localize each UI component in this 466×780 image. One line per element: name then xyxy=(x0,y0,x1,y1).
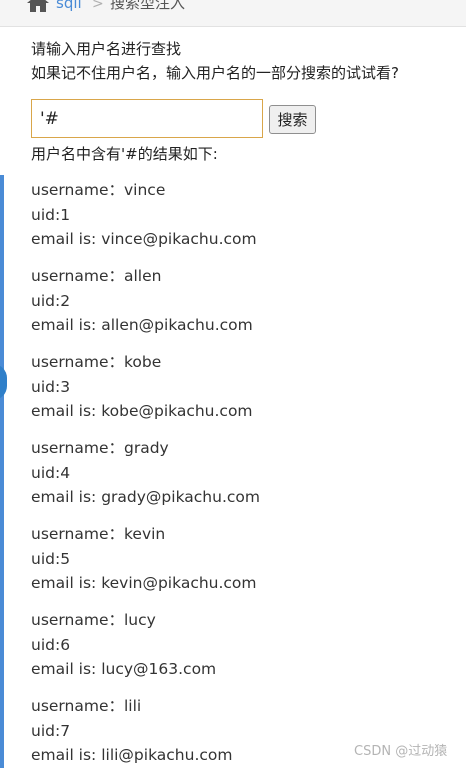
result-username: username：kevin xyxy=(31,525,166,543)
result-username: username：lucy xyxy=(31,611,156,629)
result-uid: uid:5 xyxy=(31,549,71,568)
instruction-line-2: 如果记不住用户名，输入用户名的一部分搜索的试试看? xyxy=(31,64,399,82)
result-entry: username：lili uid:7 email is: lili@pikac… xyxy=(31,694,451,780)
result-username: username：kobe xyxy=(31,353,162,371)
result-username: username：grady xyxy=(31,439,169,457)
result-heading: 用户名中含有'#的结果如下: xyxy=(31,145,218,163)
home-icon[interactable] xyxy=(27,0,49,12)
instruction-line-1: 请输入用户名进行查找 xyxy=(31,40,182,58)
result-username: username：vince xyxy=(31,181,166,199)
result-username: username：lili xyxy=(31,697,142,715)
result-uid: uid:2 xyxy=(31,291,71,310)
result-uid: uid:1 xyxy=(31,205,71,224)
breadcrumb-link-sqli[interactable]: sqli xyxy=(56,0,82,13)
result-entry: username：grady uid:4 email is: grady@pik… xyxy=(31,436,451,522)
result-entry: username：lucy uid:6 email is: lucy@163.c… xyxy=(31,608,451,694)
search-input[interactable] xyxy=(31,99,263,138)
result-entry: username：kevin uid:5 email is: kevin@pik… xyxy=(31,522,451,608)
result-email: email is: kobe@pikachu.com xyxy=(31,402,253,420)
result-uid: uid:3 xyxy=(31,377,71,396)
breadcrumb-separator: > xyxy=(92,0,104,12)
sidebar-collapse-toggle[interactable] xyxy=(0,364,7,400)
result-email: email is: kevin@pikachu.com xyxy=(31,574,257,592)
result-email: email is: vince@pikachu.com xyxy=(31,230,257,248)
sidebar-edge xyxy=(0,175,4,768)
result-entry: username：vince uid:1 email is: vince@pik… xyxy=(31,178,451,264)
result-email: email is: lucy@163.com xyxy=(31,660,217,678)
result-uid: uid:4 xyxy=(31,463,71,482)
result-entry: username：allen uid:2 email is: allen@pik… xyxy=(31,264,451,350)
result-username: username：allen xyxy=(31,267,162,285)
result-entry: username：kobe uid:3 email is: kobe@pikac… xyxy=(31,350,451,436)
result-uid: uid:6 xyxy=(31,635,71,654)
result-email: email is: grady@pikachu.com xyxy=(31,488,260,506)
result-email: email is: allen@pikachu.com xyxy=(31,316,253,334)
breadcrumb-current: 搜索型注入 xyxy=(110,0,186,12)
watermark: CSDN @过动猿 xyxy=(354,744,448,759)
breadcrumb: sqli > 搜索型注入 xyxy=(0,0,466,27)
results-list: username：vince uid:1 email is: vince@pik… xyxy=(31,178,451,780)
search-button[interactable]: 搜索 xyxy=(269,105,316,134)
